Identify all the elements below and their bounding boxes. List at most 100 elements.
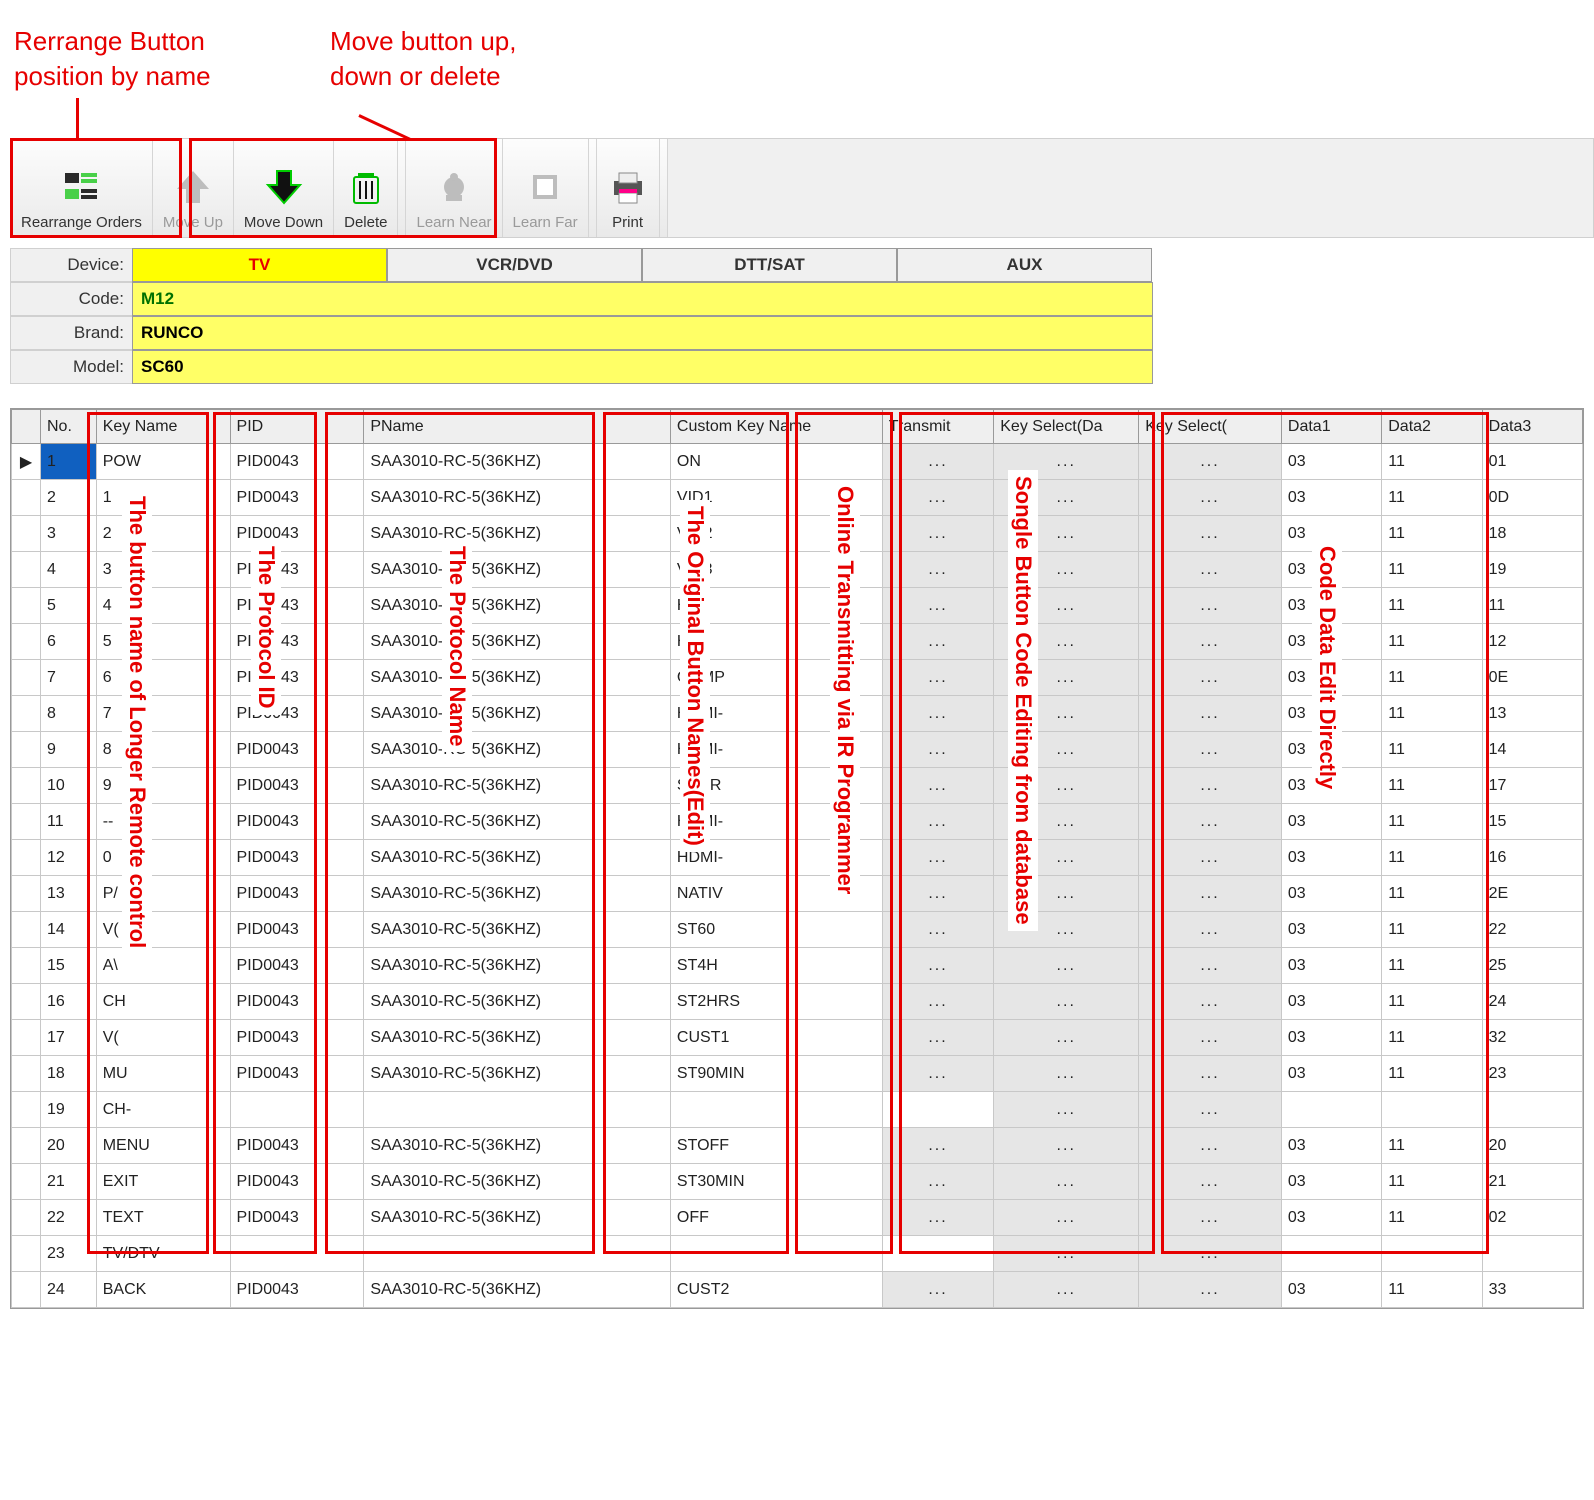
cell-pid[interactable] bbox=[230, 1236, 364, 1272]
print-button[interactable]: Print bbox=[597, 139, 660, 237]
cell-pid[interactable]: PID0043 bbox=[230, 1128, 364, 1164]
cell-custom-key[interactable]: ST4H bbox=[670, 948, 882, 984]
cell-key-select[interactable]: ... bbox=[1139, 552, 1282, 588]
cell-data3[interactable]: 33 bbox=[1482, 1272, 1582, 1308]
cell-key-select[interactable]: ... bbox=[1139, 588, 1282, 624]
cell-data2[interactable]: 11 bbox=[1382, 660, 1482, 696]
cell-data1[interactable]: 03 bbox=[1281, 1272, 1381, 1308]
col-custom-key-name[interactable]: Custom Key Name bbox=[670, 410, 882, 444]
cell-pname[interactable]: SAA3010-RC-5(36KHZ) bbox=[364, 804, 671, 840]
cell-data3[interactable] bbox=[1482, 1236, 1582, 1272]
cell-key-select[interactable]: ... bbox=[1139, 444, 1282, 480]
table-row[interactable]: 87PID0043SAA3010-RC-5(36KHZ)HDMI-.......… bbox=[12, 696, 1583, 732]
cell-data2[interactable]: 11 bbox=[1382, 1164, 1482, 1200]
cell-key[interactable]: CH bbox=[96, 984, 230, 1020]
cell-key-select-da[interactable]: ... bbox=[994, 840, 1139, 876]
cell-key[interactable]: CH- bbox=[96, 1092, 230, 1128]
cell-key-select[interactable]: ... bbox=[1139, 1128, 1282, 1164]
cell-key[interactable]: 6 bbox=[96, 660, 230, 696]
cell-data1[interactable]: 03 bbox=[1281, 1164, 1381, 1200]
cell-key-select[interactable]: ... bbox=[1139, 1236, 1282, 1272]
cell-data3[interactable]: 16 bbox=[1482, 840, 1582, 876]
cell-custom-key[interactable]: HDMI- bbox=[670, 732, 882, 768]
tab-tv[interactable]: TV bbox=[132, 248, 387, 282]
cell-pname[interactable]: SAA3010-RC-5(36KHZ) bbox=[364, 660, 671, 696]
table-row[interactable]: 98PID0043SAA3010-RC-5(36KHZ)HDMI-.......… bbox=[12, 732, 1583, 768]
cell-custom-key[interactable]: HD1 bbox=[670, 588, 882, 624]
col-pid[interactable]: PID bbox=[230, 410, 364, 444]
cell-pid[interactable]: PID0043 bbox=[230, 984, 364, 1020]
cell-data1[interactable]: 03 bbox=[1281, 660, 1381, 696]
cell-data2[interactable] bbox=[1382, 1092, 1482, 1128]
cell-key-select-da[interactable]: ... bbox=[994, 660, 1139, 696]
cell-key[interactable]: 7 bbox=[96, 696, 230, 732]
cell-pname[interactable]: SAA3010-RC-5(36KHZ) bbox=[364, 840, 671, 876]
cell-data1[interactable]: 03 bbox=[1281, 480, 1381, 516]
table-row[interactable]: 43PID0043SAA3010-RC-5(36KHZ)VID3........… bbox=[12, 552, 1583, 588]
cell-custom-key[interactable]: ST90MIN bbox=[670, 1056, 882, 1092]
cell-key-select[interactable]: ... bbox=[1139, 660, 1282, 696]
cell-pname[interactable]: SAA3010-RC-5(36KHZ) bbox=[364, 444, 671, 480]
cell-key-select-da[interactable]: ... bbox=[994, 552, 1139, 588]
cell-custom-key[interactable]: CUST2 bbox=[670, 1272, 882, 1308]
cell-pid[interactable]: PID0043 bbox=[230, 876, 364, 912]
cell-data3[interactable] bbox=[1482, 1092, 1582, 1128]
cell-data2[interactable]: 11 bbox=[1382, 732, 1482, 768]
cell-no[interactable]: 14 bbox=[40, 912, 96, 948]
cell-no[interactable]: 12 bbox=[40, 840, 96, 876]
cell-key-select[interactable]: ... bbox=[1139, 804, 1282, 840]
cell-key-select-da[interactable]: ... bbox=[994, 1200, 1139, 1236]
cell-pid[interactable]: PID0043 bbox=[230, 840, 364, 876]
cell-no[interactable]: 7 bbox=[40, 660, 96, 696]
cell-data3[interactable]: 32 bbox=[1482, 1020, 1582, 1056]
cell-transmit[interactable]: ... bbox=[882, 1056, 993, 1092]
cell-key[interactable]: P/ bbox=[96, 876, 230, 912]
cell-key-select[interactable]: ... bbox=[1139, 1164, 1282, 1200]
cell-data3[interactable]: 20 bbox=[1482, 1128, 1582, 1164]
cell-pname[interactable]: SAA3010-RC-5(36KHZ) bbox=[364, 876, 671, 912]
cell-data1[interactable] bbox=[1281, 1092, 1381, 1128]
cell-transmit[interactable]: ... bbox=[882, 876, 993, 912]
cell-key-select[interactable]: ... bbox=[1139, 480, 1282, 516]
table-row[interactable]: 120PID0043SAA3010-RC-5(36KHZ)HDMI-......… bbox=[12, 840, 1583, 876]
cell-data1[interactable]: 03 bbox=[1281, 1200, 1381, 1236]
cell-pname[interactable]: SAA3010-RC-5(36KHZ) bbox=[364, 912, 671, 948]
cell-key[interactable]: POW bbox=[96, 444, 230, 480]
cell-pname[interactable] bbox=[364, 1092, 671, 1128]
cell-custom-key[interactable]: VID2 bbox=[670, 516, 882, 552]
cell-data2[interactable]: 11 bbox=[1382, 840, 1482, 876]
cell-data1[interactable]: 03 bbox=[1281, 768, 1381, 804]
cell-key-select[interactable]: ... bbox=[1139, 1200, 1282, 1236]
cell-data3[interactable]: 0E bbox=[1482, 660, 1582, 696]
cell-key-select-da[interactable]: ... bbox=[994, 1020, 1139, 1056]
cell-key-select[interactable]: ... bbox=[1139, 1092, 1282, 1128]
cell-custom-key[interactable]: SCAR bbox=[670, 768, 882, 804]
cell-data1[interactable] bbox=[1281, 1236, 1381, 1272]
cell-key[interactable]: EXIT bbox=[96, 1164, 230, 1200]
cell-transmit[interactable]: ... bbox=[882, 624, 993, 660]
cell-key[interactable]: A\ bbox=[96, 948, 230, 984]
col-data1[interactable]: Data1 bbox=[1281, 410, 1381, 444]
cell-key-select-da[interactable]: ... bbox=[994, 696, 1139, 732]
table-row[interactable]: 14V(PID0043SAA3010-RC-5(36KHZ)ST60......… bbox=[12, 912, 1583, 948]
cell-pid[interactable]: PID0043 bbox=[230, 912, 364, 948]
table-row[interactable]: 32PID0043SAA3010-RC-5(36KHZ)VID2........… bbox=[12, 516, 1583, 552]
cell-data1[interactable]: 03 bbox=[1281, 516, 1381, 552]
cell-pid[interactable]: PID0043 bbox=[230, 1164, 364, 1200]
cell-transmit[interactable]: ... bbox=[882, 480, 993, 516]
delete-button[interactable]: Delete bbox=[334, 139, 398, 237]
table-row[interactable]: ▶1POWPID0043SAA3010-RC-5(36KHZ)ON.......… bbox=[12, 444, 1583, 480]
cell-no[interactable]: 8 bbox=[40, 696, 96, 732]
cell-key-select-da[interactable]: ... bbox=[994, 912, 1139, 948]
col-no[interactable]: No. bbox=[40, 410, 96, 444]
cell-pid[interactable]: PID0043 bbox=[230, 660, 364, 696]
cell-data2[interactable]: 11 bbox=[1382, 984, 1482, 1020]
cell-transmit[interactable]: ... bbox=[882, 588, 993, 624]
cell-pid[interactable]: PID0043 bbox=[230, 1020, 364, 1056]
cell-key-select[interactable]: ... bbox=[1139, 516, 1282, 552]
cell-data1[interactable]: 03 bbox=[1281, 984, 1381, 1020]
cell-custom-key[interactable]: HDMI- bbox=[670, 696, 882, 732]
table-row[interactable]: 19CH-...... bbox=[12, 1092, 1583, 1128]
cell-data3[interactable]: 13 bbox=[1482, 696, 1582, 732]
table-row[interactable]: 22TEXTPID0043SAA3010-RC-5(36KHZ)OFF.....… bbox=[12, 1200, 1583, 1236]
